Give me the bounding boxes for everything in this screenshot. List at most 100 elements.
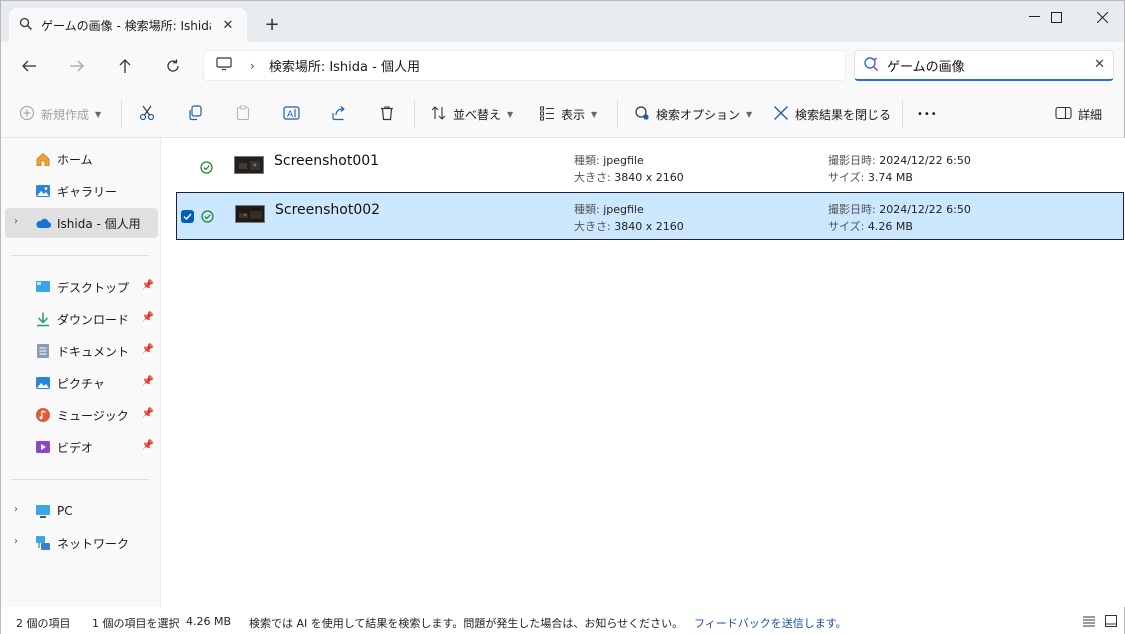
cut-button[interactable] <box>139 101 155 127</box>
sidebar-item-pictures[interactable]: ピクチャ 📌 <box>5 368 158 398</box>
divider <box>414 100 415 128</box>
item-count: 2 個の項目 <box>16 617 71 630</box>
sidebar-item-music[interactable]: ミュージック 📌 <box>5 400 158 430</box>
pin-icon[interactable]: 📌 <box>142 376 154 387</box>
file-date-meta: 撮影日時: 2024/12/22 6:50 サイズ: 3.74 MB <box>828 152 971 186</box>
tiles-view-icon[interactable] <box>1104 614 1118 628</box>
search-input[interactable] <box>887 57 1087 73</box>
sidebar-item-label: デスクトップ <box>57 280 130 295</box>
documents-icon <box>35 343 51 359</box>
view-label: 表示 <box>561 107 586 122</box>
file-list: Screenshot001 種類: jpegfile 大きさ: 3840 x 2… <box>162 138 1125 607</box>
sidebar-item-videos[interactable]: ビデオ 📌 <box>5 432 158 462</box>
maximize-button[interactable] <box>1033 1 1079 33</box>
trash-icon <box>379 105 395 124</box>
file-row[interactable]: Screenshot001 種類: jpegfile 大きさ: 3840 x 2… <box>176 144 1124 192</box>
sidebar-item-home[interactable]: ホーム <box>5 144 158 174</box>
thumbnail-image <box>235 205 265 223</box>
plus-circle-icon <box>19 105 35 124</box>
close-window-button[interactable] <box>1079 1 1125 33</box>
pin-icon[interactable]: 📌 <box>142 344 154 355</box>
address-bar[interactable]: › 検索場所: Ishida - 個人用 <box>203 50 846 81</box>
file-type: jpegfile <box>603 154 644 167</box>
file-row[interactable]: Screenshot002 種類: jpegfile 大きさ: 3840 x 2… <box>176 192 1124 240</box>
file-date-meta: 撮影日時: 2024/12/22 6:50 サイズ: 4.26 MB <box>828 201 971 235</box>
feedback-link[interactable]: フィードバックを送信します。 <box>694 615 847 631</box>
pin-icon[interactable]: 📌 <box>142 312 154 323</box>
breadcrumb[interactable]: 検索場所: Ishida - 個人用 <box>269 56 420 75</box>
sidebar-item-gallery[interactable]: ギャラリー <box>5 176 158 206</box>
sidebar-item-label: ギャラリー <box>57 184 118 199</box>
close-search-label: 検索結果を閉じる <box>795 107 892 122</box>
up-button[interactable] <box>111 52 139 80</box>
chevron-down-icon: ▼ <box>746 109 753 119</box>
sidebar-item-label: ドキュメント <box>57 344 130 359</box>
pc-icon <box>35 503 51 519</box>
title-bar: ゲームの画像 - 検索場所: Ishida - 個人用 ✕ + <box>1 1 1124 42</box>
more-options-button[interactable]: ••• <box>917 101 938 127</box>
pin-icon[interactable]: 📌 <box>142 440 154 451</box>
forward-button[interactable] <box>63 52 91 80</box>
meta-key: 撮影日時: <box>828 203 876 216</box>
refresh-button[interactable] <box>159 52 187 80</box>
selection-checkbox[interactable] <box>181 210 194 223</box>
clear-search-button[interactable]: ✕ <box>1094 57 1105 72</box>
back-button[interactable] <box>15 52 43 80</box>
file-explorer-window: ゲームの画像 - 検索場所: Ishida - 個人用 ✕ + <box>0 0 1125 634</box>
paste-button[interactable] <box>235 101 251 127</box>
svg-text:A: A <box>287 110 294 120</box>
home-icon <box>35 151 51 167</box>
synced-icon <box>200 161 213 174</box>
meta-key: 大きさ: <box>574 171 611 184</box>
copy-button[interactable] <box>187 101 203 127</box>
pin-icon[interactable]: 📌 <box>142 280 154 291</box>
onedrive-icon <box>35 215 51 231</box>
rename-button[interactable]: A <box>283 101 301 127</box>
pin-icon[interactable]: 📌 <box>142 408 154 419</box>
clipboard-icon <box>235 105 251 124</box>
sidebar-item-label: ピクチャ <box>57 376 105 391</box>
chevron-right-icon[interactable]: › <box>14 536 18 547</box>
sidebar-item-label: ネットワーク <box>57 536 130 551</box>
sidebar-item-downloads[interactable]: ダウンロード 📌 <box>5 304 158 334</box>
chevron-right-icon[interactable]: › <box>14 504 18 515</box>
meta-key: サイズ: <box>828 220 865 233</box>
tab-title: ゲームの画像 - 検索場所: Ishida - 個人用 <box>41 18 211 33</box>
selection-size: 4.26 MB <box>186 615 232 628</box>
share-icon <box>331 105 347 124</box>
view-button[interactable]: 表示 ▼ <box>539 101 597 127</box>
synced-icon <box>201 210 214 223</box>
tab-close-button[interactable]: ✕ <box>217 14 239 36</box>
details-pane-button[interactable]: 詳細 <box>1055 101 1102 127</box>
details-view-icon[interactable] <box>1082 614 1096 628</box>
file-dimensions: 3840 x 2160 <box>614 171 684 184</box>
new-button[interactable]: 新規作成 ▼ <box>19 101 101 127</box>
sidebar-item-desktop[interactable]: デスクトップ 📌 <box>5 272 158 302</box>
sidebar-item-documents[interactable]: ドキュメント 📌 <box>5 336 158 366</box>
sort-icon <box>431 105 447 124</box>
chevron-right-icon[interactable]: › <box>14 216 18 227</box>
search-box[interactable]: ✕ <box>854 50 1114 81</box>
close-search-button[interactable]: 検索結果を閉じる <box>773 101 891 127</box>
new-tab-button[interactable]: + <box>261 13 283 35</box>
sort-button[interactable]: 並べ替え ▼ <box>431 101 513 127</box>
share-button[interactable] <box>331 101 347 127</box>
meta-key: 種類: <box>574 154 600 167</box>
sidebar-item-network[interactable]: › ネットワーク <box>5 528 158 558</box>
file-size: 3.74 MB <box>867 171 913 184</box>
file-name[interactable]: Screenshot002 <box>275 202 380 218</box>
new-label: 新規作成 <box>41 107 90 122</box>
file-name[interactable]: Screenshot001 <box>274 153 379 169</box>
divider <box>121 100 122 128</box>
delete-button[interactable] <box>379 101 395 127</box>
sidebar-item-onedrive[interactable]: › Ishida - 個人用 <box>5 208 158 238</box>
sidebar-item-pc[interactable]: › PC <box>5 496 158 526</box>
file-date: 2024/12/22 6:50 <box>879 203 971 216</box>
explorer-tab[interactable]: ゲームの画像 - 検索場所: Ishida - 個人用 ✕ <box>9 8 247 42</box>
status-bar: 2 個の項目 1 個の項目を選択 4.26 MB 検索では AI を使用して結果… <box>1 607 1124 634</box>
search-options-button[interactable]: 検索オプション ▼ <box>634 101 752 127</box>
list-view-icon <box>539 105 555 124</box>
command-bar: 新規作成 ▼ A 並べ替え ▼ 表示 ▼ 検索オプション ▼ 検索結果を閉じる … <box>1 90 1124 138</box>
chevron-right-icon[interactable]: › <box>250 59 255 73</box>
navigation-bar: › 検索場所: Ishida - 個人用 ✕ <box>1 42 1124 90</box>
